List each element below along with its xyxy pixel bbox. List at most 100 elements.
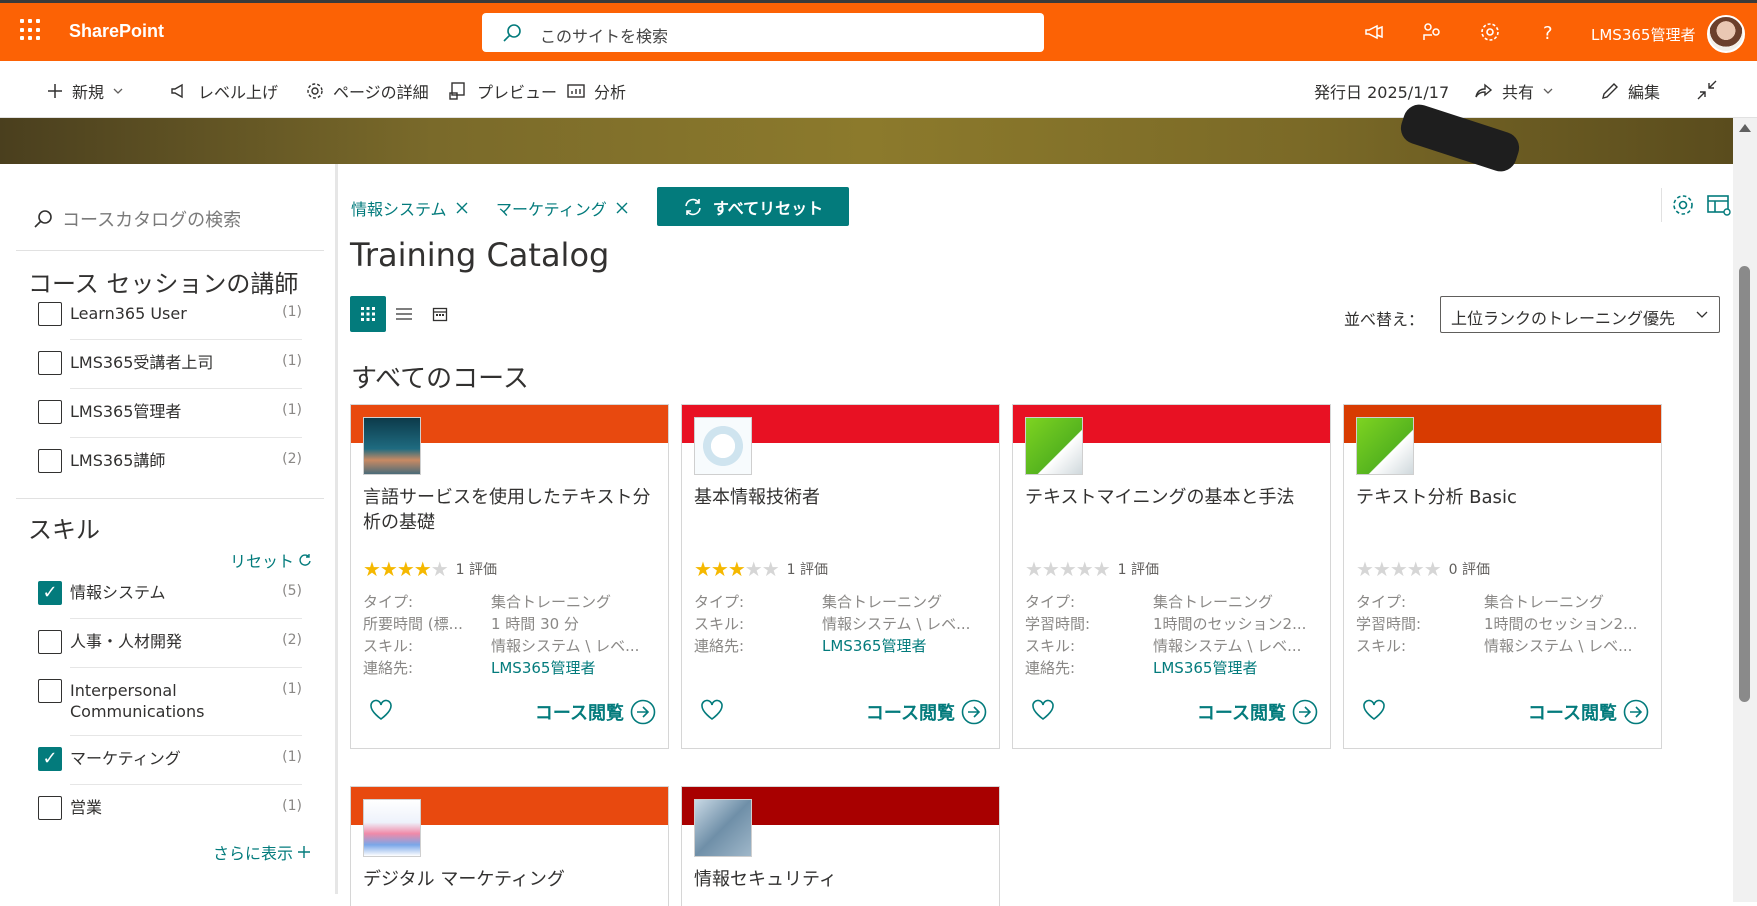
preview-button[interactable]: プレビュー: [449, 79, 557, 103]
contact-link[interactable]: LMS365管理者: [822, 635, 988, 657]
checkbox[interactable]: [38, 449, 62, 473]
settings-icon[interactable]: [1478, 20, 1502, 44]
course-meta: タイプ: 集合トレーニング 学習時間: 1時間のセッション2... スキル: 情報シス…: [1356, 591, 1652, 657]
filter-item-skill[interactable]: マーケティング (1): [38, 747, 302, 771]
course-card[interactable]: 基本情報技術者 ★★★★★ 1 評価 タイプ: 集合トレーニング スキル: 情報シス…: [681, 404, 1000, 749]
list-icon: [396, 308, 412, 320]
app-launcher-icon[interactable]: [20, 19, 42, 41]
contact-link[interactable]: LMS365管理者: [1153, 657, 1319, 679]
share-label: 共有: [1502, 83, 1535, 102]
layout-settings-icon[interactable]: [1706, 193, 1732, 217]
catalog-search-input[interactable]: コースカタログの検索: [32, 206, 241, 232]
chart-icon: [567, 84, 585, 98]
edit-button[interactable]: 編集: [1600, 79, 1660, 103]
filter-item-skill[interactable]: 営業 (1): [38, 796, 302, 820]
filter-item-instructor[interactable]: Learn365 User (1): [38, 302, 302, 326]
sort-dropdown[interactable]: 上位ランクのトレーニング優先: [1440, 296, 1720, 333]
app-name[interactable]: SharePoint: [69, 21, 164, 42]
divider: [70, 339, 302, 340]
page-details-button[interactable]: ページの詳細: [305, 79, 429, 103]
page-scrollbar[interactable]: [1733, 118, 1757, 902]
course-title[interactable]: テキストマイニングの基本と手法: [1025, 485, 1317, 510]
active-filter-chip[interactable]: 情報システム: [351, 196, 469, 220]
avatar[interactable]: [1707, 15, 1745, 53]
show-more-link[interactable]: さらに表示: [213, 840, 311, 864]
help-icon[interactable]: ?: [1536, 20, 1560, 44]
skills-reset-link[interactable]: リセット: [230, 548, 312, 572]
view-course-button[interactable]: コース閲覧: [866, 699, 987, 725]
filter-item-skill[interactable]: 人事・人材開発 (2): [38, 630, 302, 654]
filter-count: (2): [282, 632, 302, 648]
share-button[interactable]: 共有: [1474, 79, 1554, 103]
heart-icon[interactable]: [369, 699, 393, 721]
course-title[interactable]: デジタル マーケティング: [363, 867, 655, 892]
level-up-button[interactable]: レベル上げ: [170, 79, 278, 103]
view-course-button[interactable]: コース閲覧: [1197, 699, 1318, 725]
scroll-thumb[interactable]: [1739, 266, 1750, 702]
course-title[interactable]: テキスト分析 Basic: [1356, 485, 1648, 510]
reset-all-button[interactable]: すべてリセット: [657, 187, 849, 226]
megaphone-icon: [171, 83, 183, 99]
review-count: 1 評価: [786, 562, 829, 578]
filter-item-instructor[interactable]: LMS365講師 (2): [38, 449, 302, 473]
course-card[interactable]: 情報セキュリティ: [681, 786, 1000, 906]
analytics-button[interactable]: 分析: [566, 79, 626, 103]
contact-link[interactable]: LMS365管理者: [491, 657, 657, 679]
close-icon[interactable]: [455, 201, 469, 215]
list-view-button[interactable]: [386, 296, 422, 332]
checkbox[interactable]: [38, 302, 62, 326]
view-course-label: コース閲覧: [534, 703, 624, 724]
heart-icon[interactable]: [1031, 699, 1055, 721]
gear-icon[interactable]: [1671, 193, 1695, 217]
course-card[interactable]: デジタル マーケティング: [350, 786, 669, 906]
meta-key: スキル:: [1025, 637, 1076, 655]
new-button[interactable]: 新規: [46, 79, 124, 103]
close-icon[interactable]: [615, 201, 629, 215]
filter-sidebar: コースカタログの検索 コース セッションの講師 Learn365 User (1)…: [0, 164, 338, 894]
course-card[interactable]: 言語サービスを使用したテキスト分析の基礎 ★★★★★ 1 評価 タイプ: 集合トレ…: [350, 404, 669, 749]
checkbox[interactable]: [38, 400, 62, 424]
course-title[interactable]: 基本情報技術者: [694, 485, 986, 510]
meta-value: 情報システム \ レベ...: [491, 637, 640, 655]
scroll-up-arrow[interactable]: [1739, 124, 1751, 132]
course-title[interactable]: 情報セキュリティ: [694, 867, 986, 892]
view-course-label: コース閲覧: [1527, 703, 1617, 724]
grid-view-button[interactable]: [350, 296, 386, 332]
heart-icon[interactable]: [1362, 699, 1386, 721]
catalog-main: 情報システム マーケティング すべてリセット Training Catalog …: [341, 164, 1733, 906]
review-count: 1 評価: [1117, 562, 1160, 578]
filter-label: 情報システム: [70, 583, 166, 602]
filter-item-instructor[interactable]: LMS365管理者 (1): [38, 400, 302, 424]
checkbox-checked[interactable]: [38, 581, 62, 605]
site-search[interactable]: このサイトを検索: [482, 13, 1044, 52]
course-meta: タイプ: 集合トレーニング スキル: 情報システム \ レベ... 連絡先: LMS3…: [694, 591, 990, 657]
view-course-button[interactable]: コース閲覧: [1528, 699, 1649, 725]
filter-item-skill[interactable]: 情報システム (5): [38, 581, 302, 605]
meta-value: 情報システム \ レベ...: [822, 615, 971, 633]
teams-icon[interactable]: [1420, 20, 1444, 44]
filter-item-instructor[interactable]: LMS365受講者上司 (1): [38, 351, 302, 375]
megaphone-icon[interactable]: [1363, 20, 1387, 44]
rating: ★★★★★ 0 評価: [1356, 559, 1490, 579]
rating: ★★★★★ 1 評価: [1025, 559, 1159, 579]
course-card[interactable]: テキストマイニングの基本と手法 ★★★★★ 1 評価 タイプ: 集合トレーニング …: [1012, 404, 1331, 749]
filter-item-skill[interactable]: Interpersonal Communications (1): [38, 679, 302, 722]
checkbox[interactable]: [38, 630, 62, 654]
course-card[interactable]: テキスト分析 Basic ★★★★★ 0 評価 タイプ: 集合トレーニング 学習時…: [1343, 404, 1662, 749]
account-name[interactable]: LMS365管理者: [1591, 24, 1695, 45]
checkbox-checked[interactable]: [38, 747, 62, 771]
meta-key: スキル:: [694, 615, 745, 633]
checkbox[interactable]: [38, 796, 62, 820]
view-course-button[interactable]: コース閲覧: [535, 699, 656, 725]
heart-icon[interactable]: [700, 699, 724, 721]
meta-value: 情報システム \ レベ...: [1484, 637, 1633, 655]
share-icon: [1475, 83, 1493, 98]
checkbox[interactable]: [38, 679, 62, 703]
analytics-label: 分析: [594, 83, 627, 102]
course-title[interactable]: 言語サービスを使用したテキスト分析の基礎: [363, 485, 655, 535]
collapse-icon[interactable]: [1696, 79, 1718, 101]
calendar-view-button[interactable]: [422, 296, 458, 332]
active-filter-chip[interactable]: マーケティング: [496, 196, 629, 220]
checkbox[interactable]: [38, 351, 62, 375]
filter-count: (1): [282, 402, 302, 418]
